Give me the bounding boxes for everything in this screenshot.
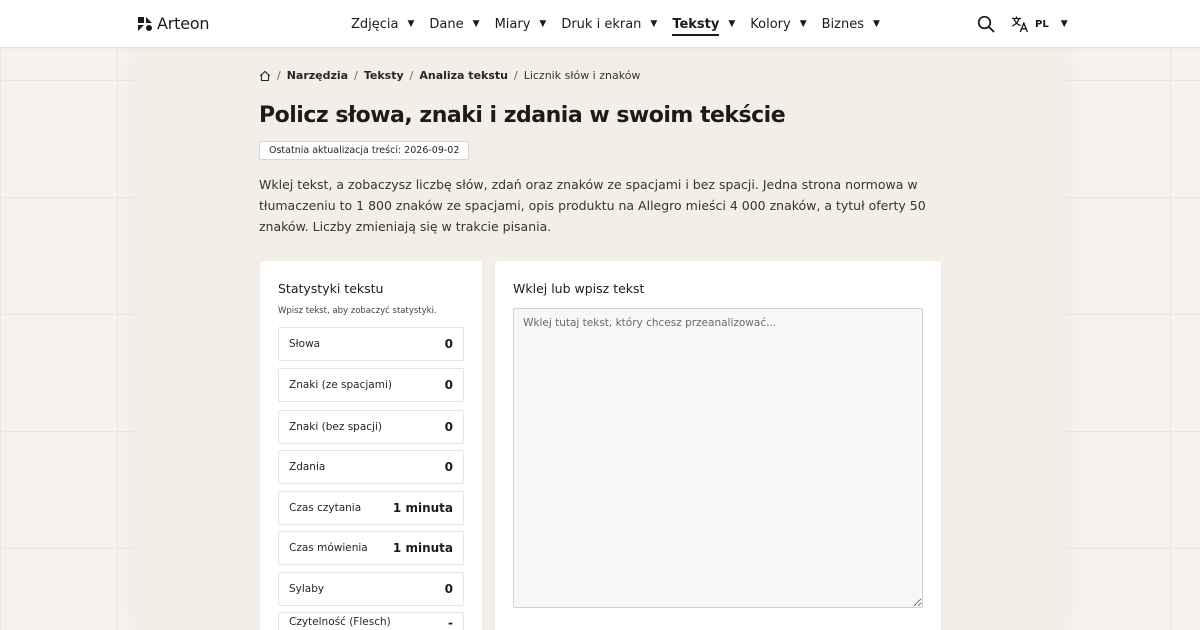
stat-label: Czas mówienia: [289, 542, 368, 554]
stats-hint: Wpisz tekst, aby zobaczyć statystyki.: [278, 306, 437, 316]
stat-label: Znaki (ze spacjami): [289, 379, 392, 391]
stat-row-readability: Czytelność (Flesch) -: [278, 612, 464, 630]
nav-item-kolory[interactable]: Kolory ▼: [750, 0, 806, 48]
stat-value: 0: [444, 378, 453, 392]
stat-label: Czas czytania: [289, 502, 362, 514]
stat-row-speaking-time: Czas mówienia 1 minuta: [278, 531, 464, 565]
breadcrumb-link-analiza-tekstu[interactable]: Analiza tekstu: [419, 69, 508, 82]
nav-item-dane[interactable]: Dane ▼: [429, 0, 479, 48]
nav-label: Zdjęcia: [351, 16, 399, 32]
breadcrumb-separator: /: [513, 69, 518, 82]
stat-value: 0: [444, 582, 453, 596]
nav-label: Miary: [494, 16, 531, 32]
stat-value: -: [448, 616, 453, 630]
brand-name: Arteon: [157, 14, 210, 33]
stat-row-chars-no-spaces: Znaki (bez spacji) 0: [278, 410, 464, 444]
nav-item-biznes[interactable]: Biznes ▼: [822, 0, 880, 48]
breadcrumb-link-teksty[interactable]: Teksty: [364, 69, 404, 82]
chevron-down-icon: ▼: [728, 19, 736, 29]
language-switcher[interactable]: PL ▼: [1011, 15, 1068, 33]
breadcrumb-current: Licznik słów i znaków: [523, 69, 641, 82]
stat-label: Sylaby: [289, 583, 325, 595]
text-input-card: Wklej lub wpisz tekst: [495, 261, 941, 630]
brand-logo-icon: [138, 16, 152, 31]
main-nav: Zdjęcia ▼ Dane ▼ Miary ▼ Druk i ekran ▼ …: [351, 0, 895, 48]
translate-icon: [1011, 16, 1028, 33]
breadcrumb: / Narzędzia / Teksty / Analiza tekstu / …: [259, 69, 640, 82]
stat-label: Zdania: [289, 461, 326, 473]
stat-label: Znaki (bez spacji): [289, 421, 382, 433]
last-updated-badge: Ostatnia aktualizacja treści: 2026-09-02: [259, 141, 470, 160]
stat-label: Słowa: [289, 338, 321, 350]
intro-paragraph: Wklej tekst, a zobaczysz liczbę słów, zd…: [259, 177, 926, 234]
stat-row-syllables: Sylaby 0: [278, 572, 464, 606]
stat-row-reading-time: Czas czytania 1 minuta: [278, 491, 464, 525]
nav-item-druk-i-ekran[interactable]: Druk i ekran ▼: [561, 0, 657, 48]
stat-value: 1 minuta: [392, 501, 453, 515]
input-title: Wklej lub wpisz tekst: [513, 281, 645, 296]
nav-label: Druk i ekran: [561, 16, 642, 32]
chevron-down-icon: ▼: [472, 19, 480, 29]
nav-item-miary[interactable]: Miary ▼: [495, 0, 547, 48]
chevron-down-icon: ▼: [1060, 19, 1068, 29]
breadcrumb-separator: /: [409, 69, 414, 82]
stat-value: 1 minuta: [392, 541, 453, 555]
chevron-down-icon: ▼: [407, 19, 415, 29]
nav-item-teksty[interactable]: Teksty ▼: [672, 0, 735, 48]
top-header: Arteon Zdjęcia ▼ Dane ▼ Miary ▼ Druk i e…: [0, 0, 1200, 48]
chevron-down-icon: ▼: [539, 19, 547, 29]
brand-logo[interactable]: Arteon: [137, 14, 210, 33]
stat-label: Czytelność (Flesch): [289, 616, 391, 628]
text-stats-card: Statystyki tekstu Wpisz tekst, aby zobac…: [260, 261, 482, 630]
stat-value: 0: [444, 420, 453, 434]
nav-label: Kolory: [750, 16, 791, 32]
nav-item-zdjecia[interactable]: Zdjęcia ▼: [351, 0, 414, 48]
stat-row-words: Słowa 0: [278, 327, 464, 361]
stat-row-sentences: Zdania 0: [278, 450, 464, 484]
search-icon[interactable]: [977, 15, 995, 33]
breadcrumb-separator: /: [277, 69, 281, 82]
page-title: Policz słowa, znaki i zdania w swoim tek…: [259, 103, 786, 128]
nav-label: Teksty: [672, 17, 720, 36]
breadcrumb-link-narzedzia[interactable]: Narzędzia: [287, 69, 348, 82]
chevron-down-icon: ▼: [873, 19, 880, 29]
breadcrumb-separator: /: [354, 69, 358, 82]
text-input-area[interactable]: [513, 308, 923, 608]
stat-value: 0: [444, 337, 453, 351]
language-code: PL: [1035, 18, 1049, 30]
chevron-down-icon: ▼: [799, 19, 807, 29]
stats-title: Statystyki tekstu: [278, 281, 384, 296]
stat-row-chars-with-spaces: Znaki (ze spacjami) 0: [278, 368, 464, 402]
nav-label: Dane: [429, 16, 464, 32]
stat-value: 0: [444, 460, 453, 474]
nav-label: Biznes: [821, 16, 865, 32]
home-icon[interactable]: [259, 70, 271, 82]
chevron-down-icon: ▼: [650, 19, 658, 29]
